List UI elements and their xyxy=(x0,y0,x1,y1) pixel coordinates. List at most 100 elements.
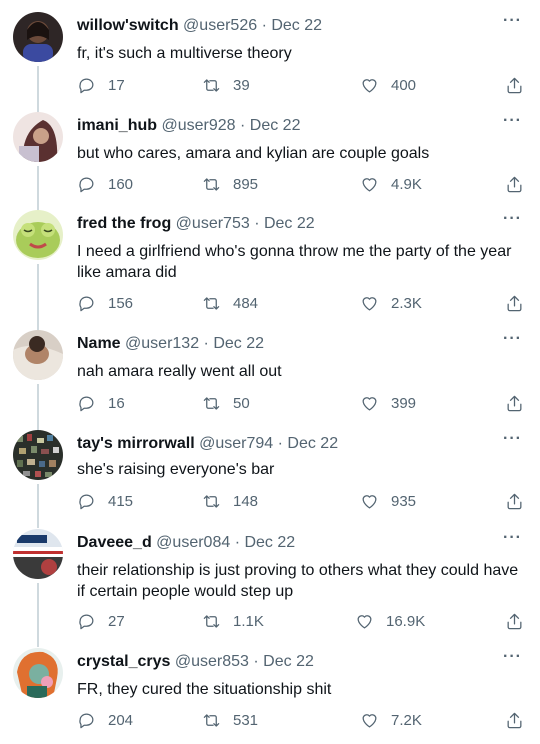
user-handle[interactable]: @user753 xyxy=(176,215,250,232)
avatar[interactable] xyxy=(13,12,63,62)
separator-dot: · xyxy=(239,117,246,134)
thread-line xyxy=(37,100,39,112)
tweet[interactable]: tay's mirrorwall @user794 · Dec 22 ··· s… xyxy=(0,430,540,528)
tweet-date[interactable]: Dec 22 xyxy=(250,117,301,134)
share-button[interactable] xyxy=(505,394,524,413)
like-button[interactable]: 7.2K xyxy=(360,711,422,730)
more-options-icon[interactable]: ··· xyxy=(503,430,522,448)
share-button[interactable] xyxy=(505,492,524,511)
retweet-button[interactable]: 484 xyxy=(202,294,258,313)
reply-button[interactable]: 204 xyxy=(77,711,133,730)
tweet-date[interactable]: Dec 22 xyxy=(263,653,314,670)
user-handle[interactable]: @user853 xyxy=(175,653,249,670)
tweet-actions: 156 484 2.3K xyxy=(77,294,527,316)
tweet[interactable]: imani_hub @user928 · Dec 22 ··· but who … xyxy=(0,100,540,208)
retweet-button[interactable]: 148 xyxy=(202,492,258,511)
retweet-button[interactable]: 39 xyxy=(202,76,250,95)
tweet-date[interactable]: Dec 22 xyxy=(271,17,322,34)
tweet-actions: 16 50 399 xyxy=(77,394,527,416)
more-options-icon[interactable]: ··· xyxy=(503,210,522,228)
tweet-date[interactable]: Dec 22 xyxy=(213,335,264,352)
reply-icon xyxy=(79,396,94,412)
tweet-actions: 160 895 4.9K xyxy=(77,175,527,197)
like-button[interactable]: 2.3K xyxy=(360,294,422,313)
reply-button[interactable]: 156 xyxy=(77,294,133,313)
separator-dot: · xyxy=(254,215,260,232)
share-button[interactable] xyxy=(505,294,524,313)
reply-icon xyxy=(79,177,94,193)
like-button[interactable]: 935 xyxy=(360,492,416,511)
user-handle[interactable]: @user132 xyxy=(125,335,199,352)
reply-button[interactable]: 17 xyxy=(77,76,125,95)
heart-icon xyxy=(362,495,377,509)
user-handle[interactable]: @user526 xyxy=(183,17,257,34)
retweet-button[interactable]: 1.1K xyxy=(202,612,264,631)
share-button[interactable] xyxy=(505,76,524,95)
display-name[interactable]: tay's mirrorwall xyxy=(77,435,195,452)
display-name[interactable]: Daveee_d xyxy=(77,534,152,551)
tweet-header: tay's mirrorwall @user794 · Dec 22 xyxy=(77,434,338,454)
tweet[interactable]: crystal_crys @user853 · Dec 22 ··· FR, t… xyxy=(0,648,540,744)
separator-dot: · xyxy=(203,335,209,352)
avatar[interactable] xyxy=(13,430,63,480)
separator-dot: · xyxy=(261,17,267,34)
tweet-date[interactable]: Dec 22 xyxy=(287,435,338,452)
like-button[interactable]: 399 xyxy=(360,394,416,413)
share-icon xyxy=(507,295,522,312)
user-handle[interactable]: @user794 xyxy=(199,435,273,452)
retweet-button[interactable]: 895 xyxy=(202,175,258,194)
tweet-text: but who cares, amara and kylian are coup… xyxy=(77,145,430,162)
reply-button[interactable]: 160 xyxy=(77,175,133,194)
like-button[interactable]: 16.9K xyxy=(355,612,425,631)
retweet-button[interactable]: 50 xyxy=(202,394,250,413)
retweet-icon xyxy=(203,495,220,508)
tweet-header: Name @user132 · Dec 22 xyxy=(77,334,264,354)
tweet[interactable]: Daveee_d @user084 · Dec 22 ··· their rel… xyxy=(0,529,540,647)
reply-count: 156 xyxy=(108,295,134,312)
reply-button[interactable]: 415 xyxy=(77,492,133,511)
display-name[interactable]: crystal_crys xyxy=(77,653,170,670)
tweet-header: fred the frog @user753 · Dec 22 xyxy=(77,214,315,234)
reply-button[interactable]: 27 xyxy=(77,612,125,631)
share-button[interactable] xyxy=(505,175,524,194)
tweet-actions: 27 1.1K 16.9K xyxy=(77,612,527,634)
retweet-count: 1.1K xyxy=(233,613,264,630)
like-button[interactable]: 4.9K xyxy=(360,175,422,194)
display-name[interactable]: Name xyxy=(77,335,121,352)
avatar[interactable] xyxy=(13,112,63,162)
user-handle[interactable]: @user928 xyxy=(161,117,235,134)
like-count: 935 xyxy=(391,493,417,510)
tweet-actions: 415 148 935 xyxy=(77,492,527,514)
share-icon xyxy=(507,613,522,630)
retweet-icon xyxy=(203,297,220,310)
display-name[interactable]: fred the frog xyxy=(77,215,171,232)
tweet-actions: 17 39 400 xyxy=(77,76,527,98)
like-button[interactable]: 400 xyxy=(360,76,416,95)
like-count: 7.2K xyxy=(391,712,422,729)
avatar[interactable] xyxy=(13,330,63,380)
more-options-icon[interactable]: ··· xyxy=(503,112,522,130)
tweet[interactable]: Name @user132 · Dec 22 ··· nah amara rea… xyxy=(0,330,540,430)
user-handle[interactable]: @user084 xyxy=(156,534,230,551)
more-options-icon[interactable]: ··· xyxy=(503,12,522,30)
share-button[interactable] xyxy=(505,711,524,730)
tweet-date[interactable]: Dec 22 xyxy=(244,534,295,551)
thread-line xyxy=(37,583,39,647)
reply-button[interactable]: 16 xyxy=(77,394,125,413)
tweet-date[interactable]: Dec 22 xyxy=(264,215,315,232)
more-options-icon[interactable]: ··· xyxy=(503,330,522,348)
display-name[interactable]: willow'switch xyxy=(77,17,179,34)
avatar[interactable] xyxy=(13,529,63,579)
share-button[interactable] xyxy=(505,612,524,631)
avatar[interactable] xyxy=(13,210,63,260)
retweet-count: 148 xyxy=(233,493,259,510)
share-icon xyxy=(507,712,522,729)
tweet[interactable]: willow'switch @user526 · Dec 22 ··· fr, … xyxy=(0,12,540,112)
retweet-button[interactable]: 531 xyxy=(202,711,258,730)
tweet[interactable]: fred the frog @user753 · Dec 22 ··· I ne… xyxy=(0,208,540,330)
display-name[interactable]: imani_hub xyxy=(77,117,157,134)
avatar[interactable] xyxy=(13,648,63,698)
tweet-text: I need a girlfriend who's gonna throw me… xyxy=(77,243,512,281)
more-options-icon[interactable]: ··· xyxy=(503,529,522,547)
more-options-icon[interactable]: ··· xyxy=(503,648,522,666)
